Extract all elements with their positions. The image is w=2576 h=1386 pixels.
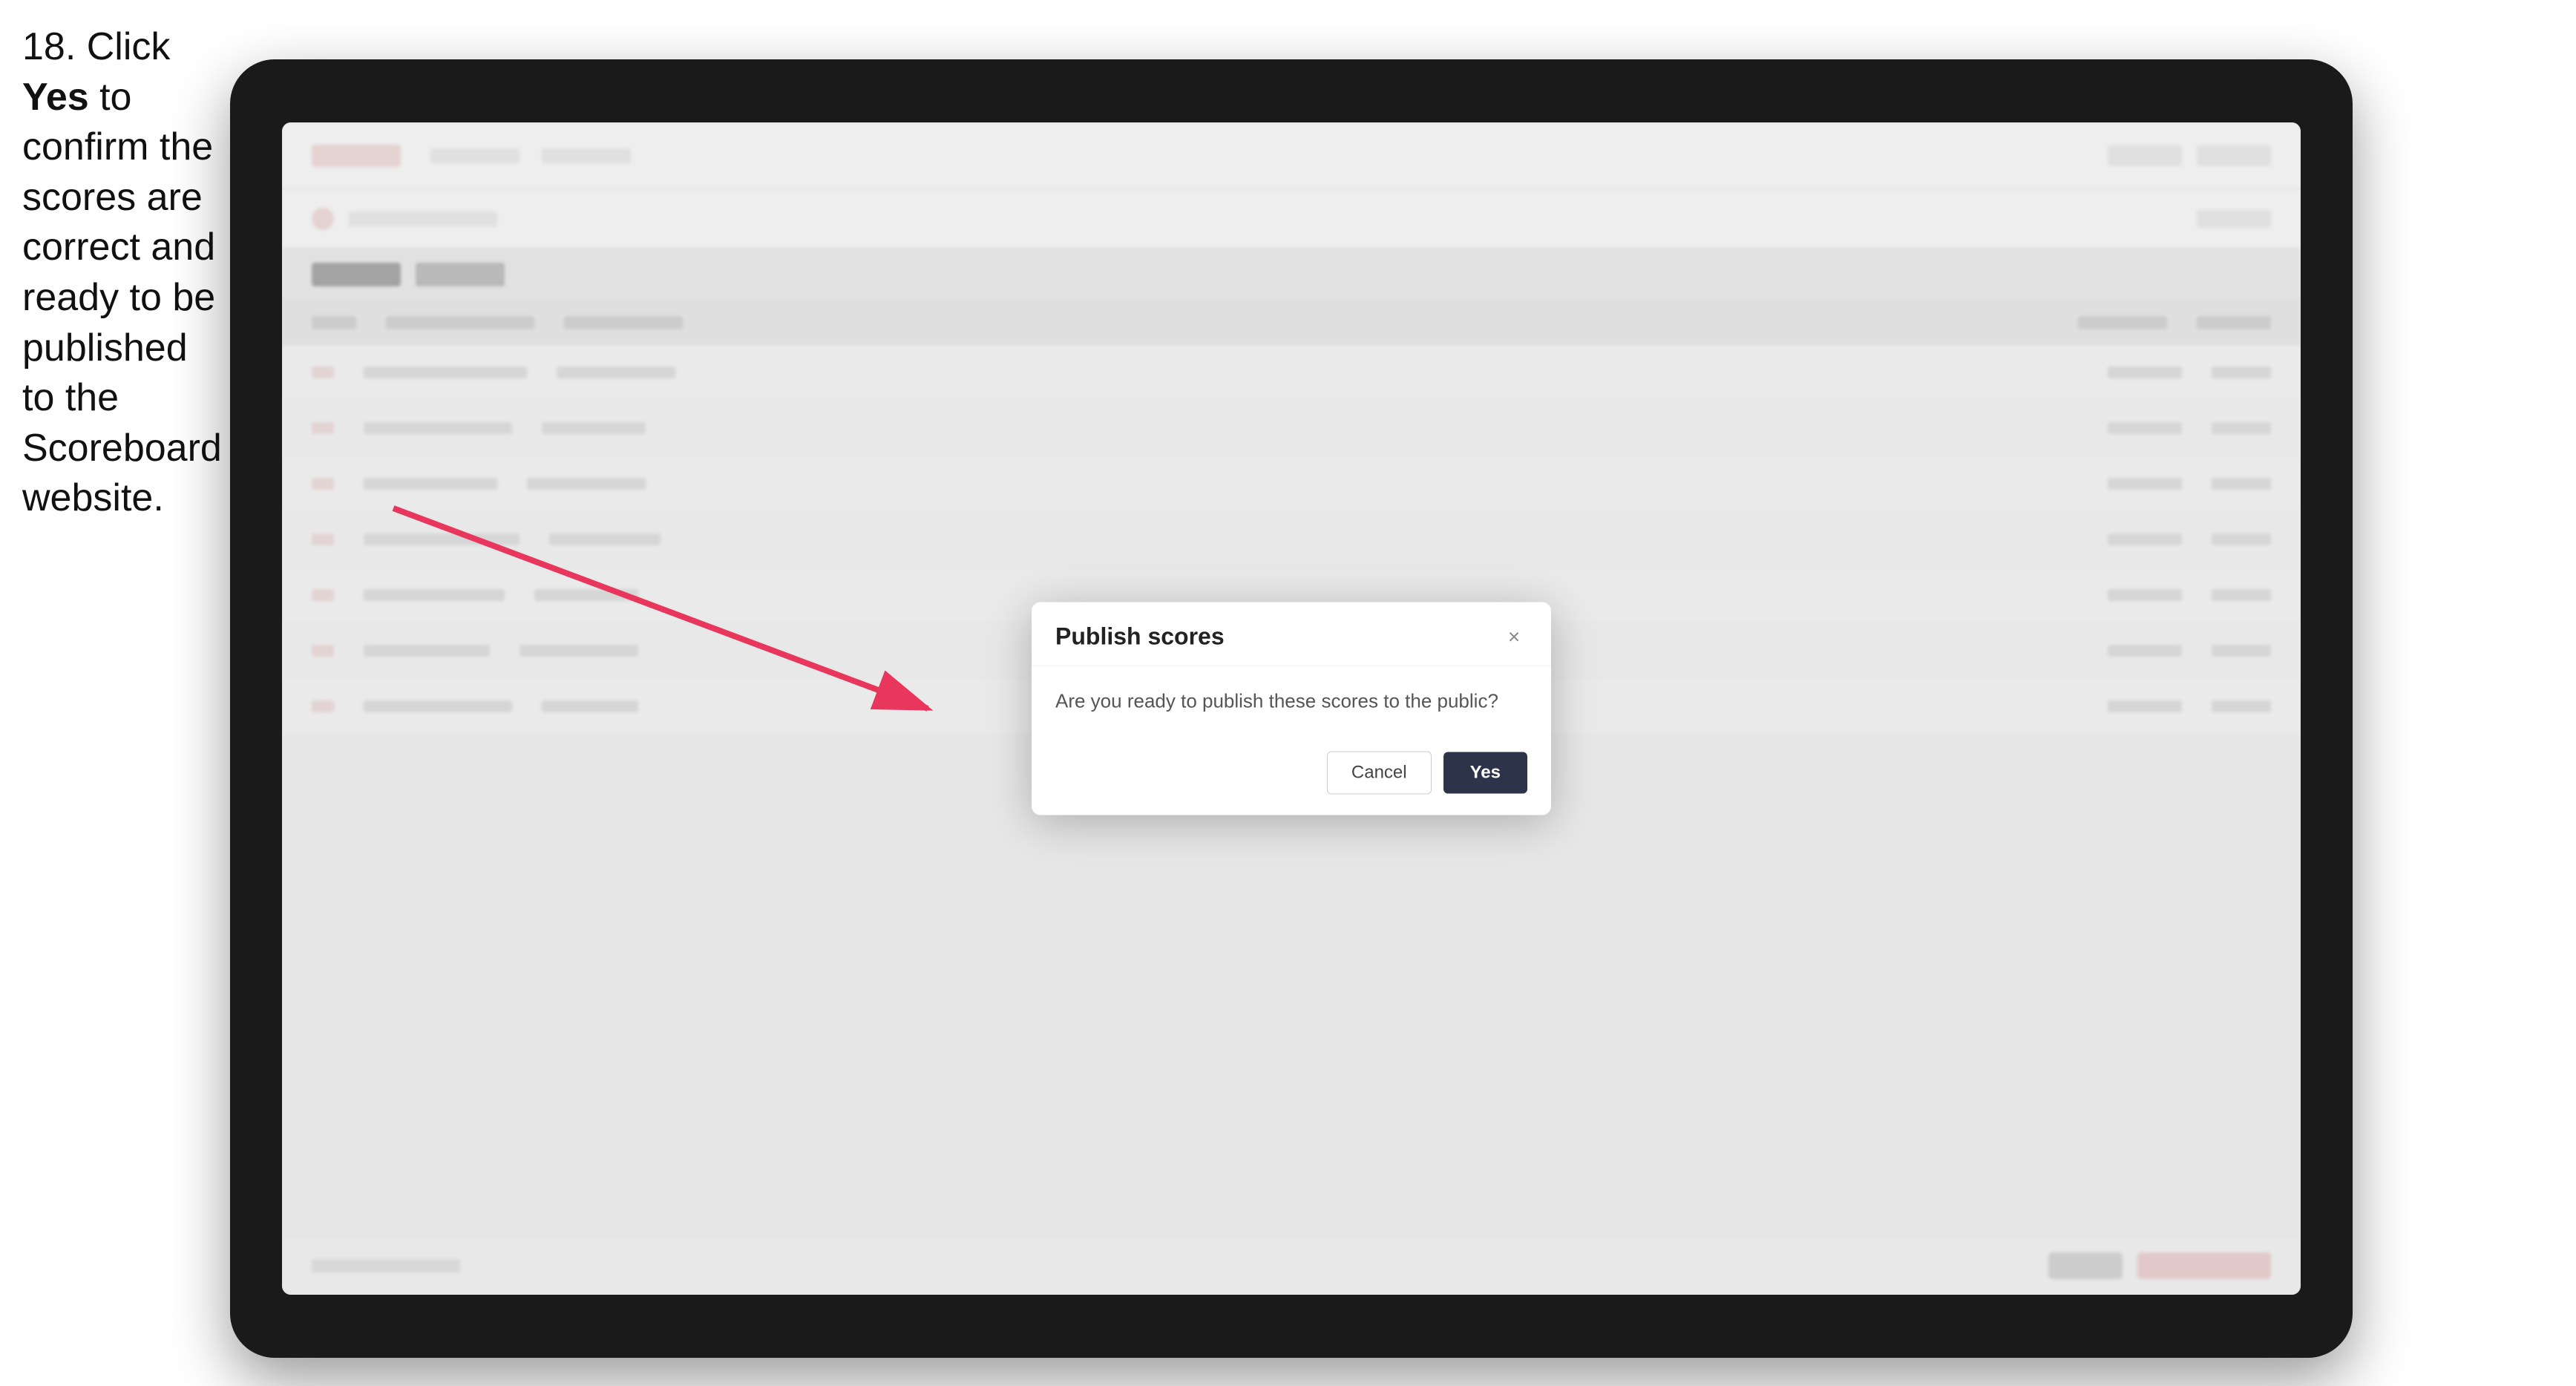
modal-footer: Cancel Yes (1032, 737, 1551, 815)
instruction-text-part1: Click (76, 25, 170, 68)
modal-body: Are you ready to publish these scores to… (1032, 666, 1551, 737)
modal-title: Publish scores (1055, 623, 1225, 651)
instruction-text-part2: to confirm the scores are correct and re… (22, 76, 222, 520)
bold-yes: Yes (22, 76, 89, 119)
step-number: 18. (22, 25, 76, 68)
modal-close-button[interactable]: × (1501, 623, 1527, 650)
instruction-text: 18. Click Yes to confirm the scores are … (22, 22, 230, 524)
publish-scores-modal: Publish scores × Are you ready to publis… (1032, 602, 1551, 815)
modal-message: Are you ready to publish these scores to… (1055, 687, 1527, 716)
modal-header: Publish scores × (1032, 602, 1551, 666)
tablet-screen: Publish scores × Are you ready to publis… (282, 122, 2301, 1295)
modal-cancel-button[interactable]: Cancel (1327, 752, 1432, 795)
tablet-device: Publish scores × Are you ready to publis… (230, 59, 2353, 1358)
modal-yes-button[interactable]: Yes (1443, 752, 1527, 794)
